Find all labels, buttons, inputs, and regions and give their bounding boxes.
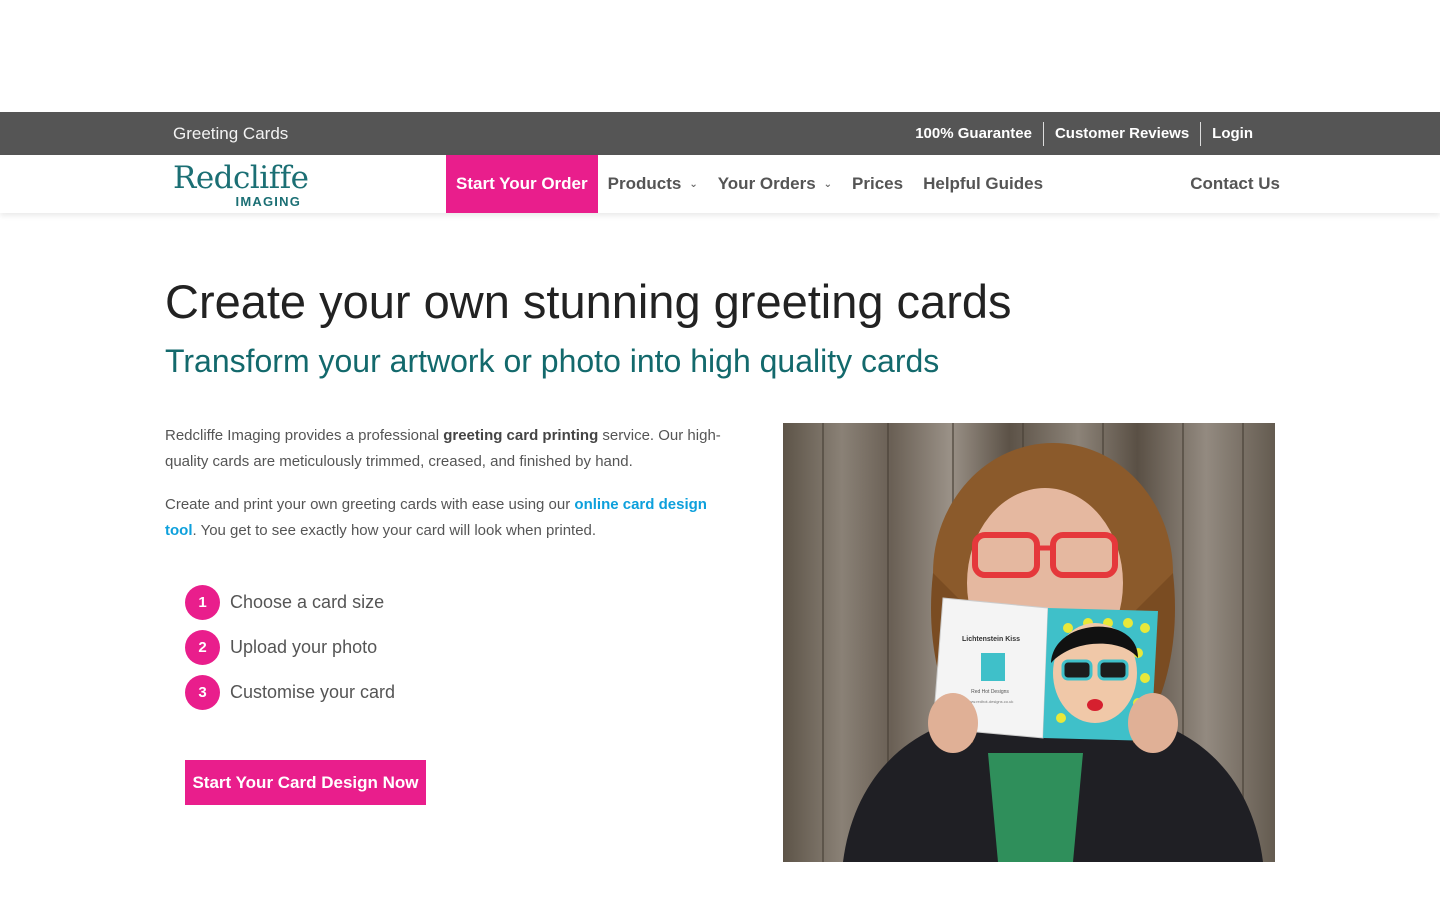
main-navbar: Redcliffe IMAGING Start Your Order Produ… (0, 155, 1440, 213)
step-item: 1 Choose a card size (185, 584, 395, 620)
page-subtitle: Transform your artwork or photo into hig… (165, 343, 940, 379)
card-title-text: Lichtenstein Kiss (962, 636, 1020, 643)
start-order-button[interactable]: Start Your Order (446, 155, 598, 213)
chevron-down-icon: ⌄ (689, 178, 698, 190)
guarantee-link[interactable]: 100% Guarantee (904, 122, 1043, 146)
step-number-badge: 3 (185, 674, 220, 710)
page-top-spacer (0, 0, 1440, 112)
intro-p1-bold: greeting card printing (443, 427, 599, 444)
nav-item-products[interactable]: Products ⌄ (598, 155, 708, 213)
nav-item-prices[interactable]: Prices (842, 155, 913, 213)
step-number-badge: 2 (185, 629, 220, 665)
card-brand-text: Red Hot Designs (971, 689, 1009, 695)
step-label: Upload your photo (230, 636, 378, 657)
intro-p1-text: Redcliffe Imaging provides a professiona… (165, 427, 444, 444)
intro-paragraph-1: Redcliffe Imaging provides a professiona… (165, 423, 725, 475)
customer-reviews-link[interactable]: Customer Reviews (1042, 121, 1200, 146)
hero-photo-woman-with-card: Lichtenstein Kiss Red Hot Designs www.re… (783, 423, 1275, 862)
primary-nav: Start Your Order Products ⌄ Your Orders … (446, 155, 1053, 213)
card-url-text: www.redhot-designs.co.uk (967, 699, 1014, 704)
intro-paragraph-2: Create and print your own greeting cards… (165, 492, 725, 544)
intro-p2-text: Create and print your own greeting cards… (165, 496, 575, 513)
steps-list: 1 Choose a card size 2 Upload your photo… (185, 584, 395, 719)
intro-p2-text-end: . You get to see exactly how your card w… (192, 522, 597, 539)
nav-item-helpful-guides[interactable]: Helpful Guides (913, 155, 1053, 213)
step-item: 3 Customise your card (185, 674, 395, 710)
utility-bar: Greeting Cards 100% Guarantee Customer R… (0, 112, 1440, 155)
nav-products-label: Products (607, 174, 682, 193)
step-label: Choose a card size (230, 591, 385, 612)
hero-photo-illustration: Lichtenstein Kiss Red Hot Designs www.re… (822, 423, 1263, 862)
chevron-down-icon: ⌄ (823, 178, 833, 190)
page-title: Create your own stunning greeting cards (165, 275, 1012, 328)
step-item: 2 Upload your photo (185, 629, 395, 665)
logo-wordmark: Redcliffe (173, 160, 309, 196)
intro-text: Redcliffe Imaging provides a professiona… (165, 423, 725, 561)
start-card-design-button[interactable]: Start Your Card Design Now (185, 760, 426, 805)
nav-your-orders-label: Your Orders (717, 174, 816, 193)
section-title: Greeting Cards (173, 124, 289, 143)
contact-us-link[interactable]: Contact Us (1190, 155, 1280, 213)
logo-subtitle: IMAGING (235, 194, 301, 209)
nav-item-your-orders[interactable]: Your Orders ⌄ (708, 155, 842, 213)
step-number-badge: 1 (185, 584, 220, 620)
login-link[interactable]: Login (1200, 121, 1264, 146)
step-label: Customise your card (230, 681, 396, 702)
utility-links: 100% Guarantee Customer Reviews Login (904, 112, 1264, 155)
redcliffe-logo[interactable]: Redcliffe IMAGING (173, 160, 309, 209)
